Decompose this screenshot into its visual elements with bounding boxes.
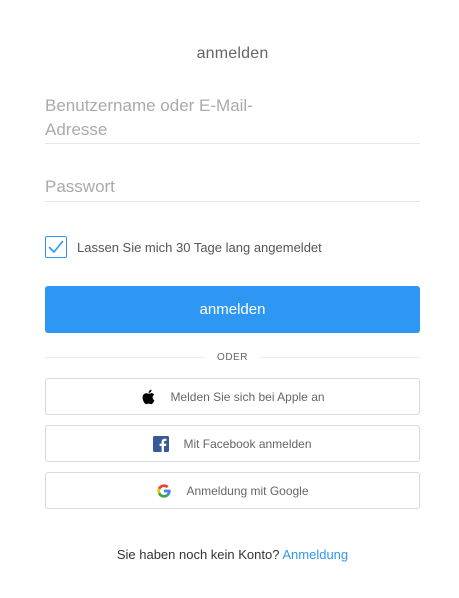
apple-login-label: Melden Sie sich bei Apple an <box>170 389 325 404</box>
remember-me-checkbox[interactable] <box>45 236 67 258</box>
login-submit-button[interactable]: anmelden <box>45 286 420 333</box>
divider-line-right <box>259 356 420 358</box>
apple-login-button[interactable]: Melden Sie sich bei Apple an <box>45 378 420 415</box>
facebook-login-label: Mit Facebook anmelden <box>183 436 312 451</box>
divider-text: ODER <box>217 351 248 363</box>
password-input[interactable] <box>45 174 420 200</box>
remember-me-row[interactable]: Lassen Sie mich 30 Tage lang angemeldet <box>45 234 322 260</box>
google-login-label: Anmeldung mit Google <box>186 483 309 498</box>
google-icon <box>156 483 172 499</box>
username-field-container <box>45 94 420 144</box>
facebook-login-button[interactable]: Mit Facebook anmelden <box>45 425 420 462</box>
google-login-button[interactable]: Anmeldung mit Google <box>45 472 420 509</box>
password-field-container <box>45 174 420 202</box>
facebook-icon <box>153 435 170 452</box>
remember-me-label: Lassen Sie mich 30 Tage lang angemeldet <box>77 239 322 255</box>
signup-row: Sie haben noch kein Konto? Anmeldung <box>0 547 459 562</box>
signup-prompt: Sie haben noch kein Konto? <box>116 547 280 562</box>
or-divider: ODER <box>45 348 420 366</box>
divider-line-left <box>45 356 206 358</box>
signup-link[interactable]: Anmeldung <box>282 547 348 562</box>
page-title: anmelden <box>196 45 269 62</box>
checkmark-icon <box>48 240 64 253</box>
apple-icon <box>140 389 156 405</box>
username-input[interactable] <box>45 94 285 142</box>
login-panel: anmelden Lassen Sie mich 30 Tage lang an… <box>0 0 459 598</box>
